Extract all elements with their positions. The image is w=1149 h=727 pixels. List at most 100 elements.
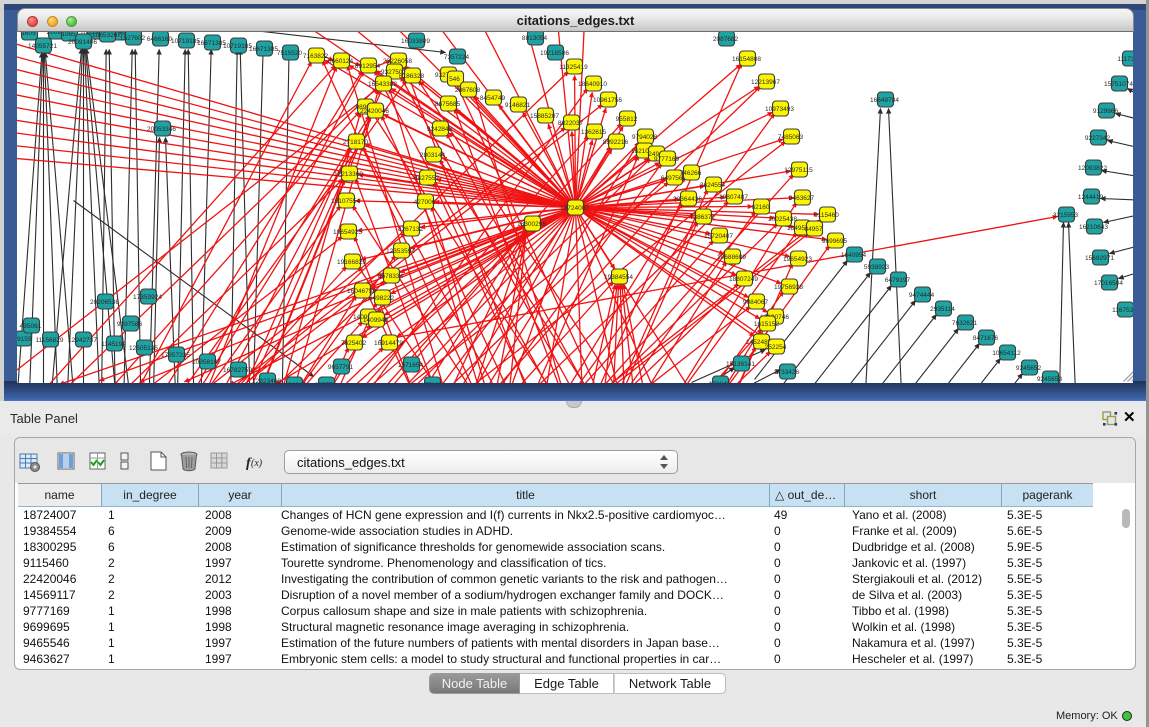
svg-text:10688609: 10688609 bbox=[717, 254, 746, 261]
svg-text:1605: 1605 bbox=[21, 32, 36, 37]
svg-text:1615152: 1615152 bbox=[754, 321, 780, 328]
svg-text:12093822: 12093822 bbox=[1078, 165, 1107, 172]
svg-text:18724007: 18724007 bbox=[560, 205, 589, 212]
svg-text:7485063: 7485063 bbox=[778, 134, 804, 141]
svg-text:157165: 157165 bbox=[421, 382, 443, 383]
svg-text:15885207: 15885207 bbox=[530, 113, 559, 120]
svg-text:8427552: 8427552 bbox=[414, 175, 440, 182]
svg-text:435061: 435061 bbox=[20, 323, 42, 330]
svg-text:8822037: 8822037 bbox=[558, 120, 584, 127]
svg-text:9129966: 9129966 bbox=[1093, 108, 1119, 115]
svg-text:16107554: 16107554 bbox=[331, 198, 360, 205]
svg-text:9463627: 9463627 bbox=[789, 195, 815, 202]
svg-text:1167533: 1167533 bbox=[1112, 307, 1133, 314]
svg-text:10654112: 10654112 bbox=[992, 350, 1021, 357]
svg-text:8186328: 8186328 bbox=[399, 73, 425, 80]
svg-text:17359924: 17359924 bbox=[133, 294, 162, 301]
svg-text:16782759: 16782759 bbox=[223, 367, 252, 374]
svg-text:15692971: 15692971 bbox=[1085, 255, 1114, 262]
svg-text:84957: 84957 bbox=[804, 226, 822, 233]
svg-text:1527602: 1527602 bbox=[120, 35, 146, 42]
svg-text:965779: 965779 bbox=[315, 382, 337, 383]
svg-text:19166829: 19166829 bbox=[337, 259, 366, 266]
svg-text:20091406: 20091406 bbox=[68, 39, 97, 46]
svg-text:62160: 62160 bbox=[751, 204, 769, 211]
svg-text:16648784: 16648784 bbox=[870, 97, 899, 104]
svg-text:18300295: 18300295 bbox=[517, 221, 546, 228]
svg-text:11325419: 11325419 bbox=[559, 64, 588, 71]
svg-text:19756928: 19756928 bbox=[774, 284, 803, 291]
svg-text:427006: 427006 bbox=[414, 199, 436, 206]
svg-text:1244419: 1244419 bbox=[1078, 194, 1104, 201]
svg-text:1409948: 1409948 bbox=[363, 317, 389, 324]
svg-text:2087682: 2087682 bbox=[713, 36, 739, 43]
svg-text:955812: 955812 bbox=[616, 116, 638, 123]
svg-text:9146821: 9146821 bbox=[505, 102, 531, 109]
svg-text:19654925: 19654925 bbox=[333, 229, 362, 236]
svg-text:6466160: 6466160 bbox=[147, 36, 173, 43]
svg-text:11156829: 11156829 bbox=[36, 337, 64, 344]
svg-text:8678334: 8678334 bbox=[378, 273, 404, 280]
svg-text:7515520: 7515520 bbox=[277, 50, 303, 57]
svg-text:22420046: 22420046 bbox=[360, 108, 389, 115]
svg-text:8267132: 8267132 bbox=[398, 226, 424, 233]
svg-text:6498222: 6498222 bbox=[369, 295, 395, 302]
svg-text:746266: 746266 bbox=[680, 170, 702, 177]
svg-text:8454749: 8454749 bbox=[480, 95, 506, 102]
svg-text:12353594: 12353594 bbox=[386, 248, 415, 255]
svg-text:6479197: 6479197 bbox=[885, 277, 911, 284]
svg-text:19654923: 19654923 bbox=[783, 256, 812, 263]
svg-text:9794028: 9794028 bbox=[632, 134, 658, 141]
svg-text:10719185: 10719185 bbox=[171, 38, 200, 45]
svg-text:1065: 1065 bbox=[61, 32, 76, 38]
svg-text:12975115: 12975115 bbox=[784, 167, 813, 174]
svg-text:8471676: 8471676 bbox=[973, 335, 999, 342]
svg-text:16671385: 16671385 bbox=[197, 40, 226, 47]
svg-text:9115460: 9115460 bbox=[814, 212, 839, 219]
svg-text:(x): (x) bbox=[251, 458, 263, 469]
svg-text:16671385: 16671385 bbox=[249, 46, 278, 53]
svg-text:8813054: 8813054 bbox=[522, 35, 548, 42]
svg-text:12942737: 12942737 bbox=[68, 337, 97, 344]
svg-text:1117364: 1117364 bbox=[1117, 56, 1133, 63]
svg-text:546: 546 bbox=[449, 76, 460, 83]
svg-text:19384554: 19384554 bbox=[604, 274, 633, 281]
svg-text:9245653: 9245653 bbox=[1037, 376, 1063, 383]
svg-text:10653267: 10653267 bbox=[92, 32, 121, 39]
svg-text:3215953: 3215953 bbox=[1053, 212, 1079, 219]
svg-text:9245652: 9245652 bbox=[1016, 365, 1042, 372]
svg-text:20206536: 20206536 bbox=[90, 299, 119, 306]
svg-text:9474444: 9474444 bbox=[909, 292, 935, 299]
svg-text:16046758: 16046758 bbox=[347, 288, 376, 295]
svg-text:1640954: 1640954 bbox=[841, 252, 867, 259]
svg-text:15720407: 15720407 bbox=[704, 233, 733, 240]
svg-text:12213967: 12213967 bbox=[751, 79, 780, 86]
svg-text:1733426: 1733426 bbox=[774, 369, 800, 376]
svg-text:9227342: 9227342 bbox=[1085, 135, 1111, 142]
svg-text:17957225: 17957225 bbox=[161, 352, 190, 359]
svg-text:3624554: 3624554 bbox=[700, 182, 726, 189]
svg-text:17016504: 17016504 bbox=[1094, 280, 1123, 287]
svg-text:1571654: 1571654 bbox=[398, 362, 424, 369]
svg-text:14055721: 14055721 bbox=[28, 43, 57, 50]
svg-text:16154808: 16154808 bbox=[732, 56, 761, 63]
svg-text:1362615: 1362615 bbox=[581, 129, 607, 136]
svg-text:12923468: 12923468 bbox=[252, 378, 281, 383]
svg-text:10958107: 10958107 bbox=[192, 359, 221, 366]
svg-text:8660124: 8660124 bbox=[328, 58, 354, 65]
svg-text:2718170: 2718170 bbox=[343, 139, 369, 146]
svg-text:20364436: 20364436 bbox=[673, 196, 702, 203]
svg-text:16033809: 16033809 bbox=[401, 38, 430, 45]
svg-text:39159: 39159 bbox=[17, 336, 32, 343]
svg-text:18640910: 18640910 bbox=[578, 81, 607, 88]
svg-text:10025438: 10025438 bbox=[768, 216, 797, 223]
svg-text:7625402: 7625402 bbox=[341, 340, 367, 347]
svg-text:15136141: 15136141 bbox=[726, 361, 755, 368]
svg-text:9242848: 9242848 bbox=[427, 126, 453, 133]
svg-text:2867608: 2867608 bbox=[455, 87, 481, 94]
svg-text:9699695: 9699695 bbox=[822, 238, 848, 245]
svg-text:8912954: 8912954 bbox=[355, 63, 381, 70]
svg-text:9777169: 9777169 bbox=[654, 156, 680, 163]
svg-text:252254: 252254 bbox=[765, 344, 787, 351]
svg-text:1145194: 1145194 bbox=[101, 341, 126, 348]
